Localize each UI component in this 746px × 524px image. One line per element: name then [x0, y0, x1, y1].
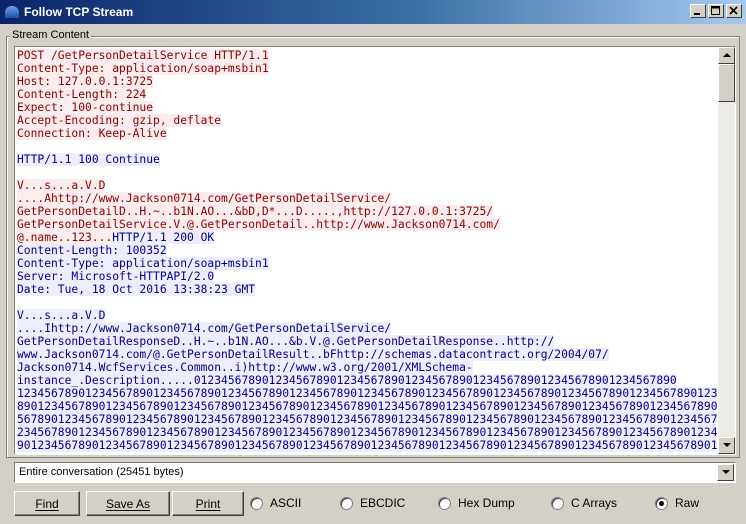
- stream-segment-server: www.Jackson0714.com/@.GetPersonDetailRes…: [17, 348, 609, 361]
- radio-hex-dump-indicator[interactable]: [438, 496, 451, 510]
- stream-line: ....Ihttp://www.Jackson0714.com/GetPerso…: [17, 322, 717, 335]
- stream-segment-client: GetPersonDetailService.V.@.GetPersonDeta…: [17, 218, 500, 231]
- stream-line: instance_.Description.....01234567890123…: [17, 374, 717, 387]
- radio-ascii[interactable]: ASCII: [250, 496, 301, 510]
- window-title: Follow TCP Stream: [24, 5, 134, 19]
- stream-line: Content-Length: 224: [17, 88, 717, 101]
- wireshark-fin-icon: [4, 4, 20, 20]
- stream-line: Content-Type: application/soap+msbin1: [17, 257, 717, 270]
- stream-segment-server: HTTP/1.1 100 Continue: [17, 153, 160, 166]
- stream-line: GetPersonDetailService.V.@.GetPersonDeta…: [17, 218, 717, 231]
- stream-line: [17, 140, 717, 153]
- dropdown-arrow-icon[interactable]: [717, 464, 734, 481]
- radio-c-arrays-label: C Arrays: [571, 496, 618, 510]
- maximize-icon[interactable]: [708, 4, 724, 18]
- stream-segment-server: Server: Microsoft-HTTPAPI/2.0: [17, 270, 215, 283]
- print-button[interactable]: Print: [172, 491, 244, 516]
- stream-segment-server: GetPersonDetailResponseD..H.~..b1N.AO...…: [17, 335, 555, 348]
- stream-segment-server: Content-Type: application/soap+msbin1: [17, 257, 269, 270]
- stream-line: Host: 127.0.0.1:3725: [17, 75, 717, 88]
- stream-segment-server: 9012345678901234567890123456789012345678…: [17, 439, 717, 452]
- find-button-label: Find: [35, 496, 59, 511]
- stream-line: 8901234567890123456789012345678901234567…: [17, 400, 717, 413]
- title-bar[interactable]: Follow TCP Stream: [0, 0, 746, 24]
- stream-segment-client: Content-Length: 224: [17, 88, 147, 101]
- stream-segment-server: Jackson0714.WcfServices.Common..i)http:/…: [17, 361, 473, 374]
- stream-segment-client: Content-Type: application/soap+msbin1: [17, 62, 269, 75]
- conversation-select-value: Entire conversation (25451 bytes): [19, 466, 184, 478]
- stream-line: www.Jackson0714.com/@.GetPersonDetailRes…: [17, 348, 717, 361]
- stream-segment-client: POST /GetPersonDetailService HTTP/1.1: [17, 49, 269, 62]
- radio-c-arrays[interactable]: C Arrays: [551, 496, 617, 510]
- stream-segment-client: V...s...a.V.D: [17, 179, 106, 192]
- radio-raw-label: Raw: [675, 496, 700, 510]
- stream-segment-client: Expect: 100-continue: [17, 101, 154, 114]
- stream-line: V...s...a.V.D: [17, 309, 717, 322]
- stream-segment-client: Connection: Keep-Alive: [17, 127, 167, 140]
- scrollbar-thumb[interactable]: [718, 64, 735, 102]
- stream-segment-server: 1234567890123456789012345678901234567890…: [17, 387, 717, 400]
- stream-line: [17, 296, 717, 309]
- stream-line: Content-Type: application/soap+msbin1: [17, 62, 717, 75]
- vertical-scrollbar[interactable]: [718, 47, 735, 454]
- stream-line: 2345678901234567890123456789012345678901…: [17, 426, 717, 439]
- save-as-button-label: Save As: [105, 496, 151, 511]
- window-controls: [690, 4, 742, 18]
- stream-segment-client: Accept-Encoding: gzip, deflate: [17, 114, 222, 127]
- stream-line: [17, 166, 717, 179]
- group-label-stream-content: Stream Content: [10, 29, 92, 41]
- radio-ebcdic[interactable]: EBCDIC: [340, 496, 405, 510]
- radio-ascii-label: ASCII: [270, 496, 302, 510]
- stream-segment-server: HTTP/1.1 200 OK: [112, 231, 215, 244]
- stream-segment-server: instance_.Description.....01234567890123…: [17, 374, 677, 387]
- radio-raw[interactable]: Raw: [655, 496, 699, 510]
- stream-line: Expect: 100-continue: [17, 101, 717, 114]
- stream-line: ....Ahttp://www.Jackson0714.com/GetPerso…: [17, 192, 717, 205]
- stream-segment-server: Content-Length: 100352: [17, 244, 167, 257]
- stream-segment-server: 8901234567890123456789012345678901234567…: [17, 400, 717, 413]
- stream-segment-client: @.name..123...: [17, 231, 113, 244]
- stream-line: 1234567890123456789012345678901234567890…: [17, 387, 717, 400]
- radio-ebcdic-indicator[interactable]: [340, 496, 353, 510]
- find-button[interactable]: Find: [14, 491, 80, 516]
- minimize-icon[interactable]: [690, 4, 706, 18]
- stream-line: Server: Microsoft-HTTPAPI/2.0: [17, 270, 717, 283]
- conversation-select[interactable]: Entire conversation (25451 bytes): [14, 462, 736, 483]
- radio-raw-indicator[interactable]: [655, 496, 668, 510]
- stream-line: GetPersonDetailD..H.~..b1N.AO...&bD,D*..…: [17, 205, 717, 218]
- stream-line: Jackson0714.WcfServices.Common..i)http:/…: [17, 361, 717, 374]
- radio-hex-dump-label: Hex Dump: [458, 496, 515, 510]
- stream-line: Content-Length: 100352: [17, 244, 717, 257]
- radio-ebcdic-label: EBCDIC: [360, 496, 406, 510]
- close-icon[interactable]: [726, 4, 742, 18]
- stream-content-textarea[interactable]: POST /GetPersonDetailService HTTP/1.1 Con…: [14, 46, 736, 455]
- stream-line: Connection: Keep-Alive: [17, 127, 717, 140]
- radio-c-arrays-indicator[interactable]: [551, 496, 564, 510]
- scroll-up-icon[interactable]: [718, 47, 735, 64]
- stream-segment-server: ....Ihttp://www.Jackson0714.com/GetPerso…: [17, 322, 392, 335]
- stream-segment-client: ....Ahttp://www.Jackson0714.com/GetPerso…: [17, 192, 392, 205]
- stream-segment-client: GetPersonDetailD..H.~..b1N.AO...&bD,D*..…: [17, 205, 494, 218]
- stream-line: 9012345678901234567890123456789012345678…: [17, 439, 717, 452]
- stream-segment-client: Host: 127.0.0.1:3725: [17, 75, 154, 88]
- stream-line: @.name..123...HTTP/1.1 200 OK: [17, 231, 717, 244]
- stream-line: Accept-Encoding: gzip, deflate: [17, 114, 717, 127]
- stream-line: 5678901234567890123456789012345678901234…: [17, 413, 717, 426]
- stream-segment-server: V...s...a.V.D: [17, 309, 106, 322]
- radio-hex-dump[interactable]: Hex Dump: [438, 496, 515, 510]
- stream-text[interactable]: POST /GetPersonDetailService HTTP/1.1 Con…: [17, 49, 717, 454]
- stream-segment-server: Date: Tue, 18 Oct 2016 13:38:23 GMT: [17, 283, 256, 296]
- stream-segment-server: 2345678901234567890123456789012345678901…: [17, 426, 717, 439]
- stream-line: Date: Tue, 18 Oct 2016 13:38:23 GMT: [17, 283, 717, 296]
- save-as-button[interactable]: Save As: [86, 491, 170, 516]
- stream-segment-server: 5678901234567890123456789012345678901234…: [17, 413, 717, 426]
- radio-ascii-indicator[interactable]: [250, 496, 263, 510]
- stream-line: V...s...a.V.D: [17, 179, 717, 192]
- print-button-label: Print: [195, 496, 221, 511]
- stream-line: POST /GetPersonDetailService HTTP/1.1: [17, 49, 717, 62]
- stream-line: GetPersonDetailResponseD..H.~..b1N.AO...…: [17, 335, 717, 348]
- stream-line: HTTP/1.1 100 Continue: [17, 153, 717, 166]
- scroll-down-icon[interactable]: [718, 437, 735, 454]
